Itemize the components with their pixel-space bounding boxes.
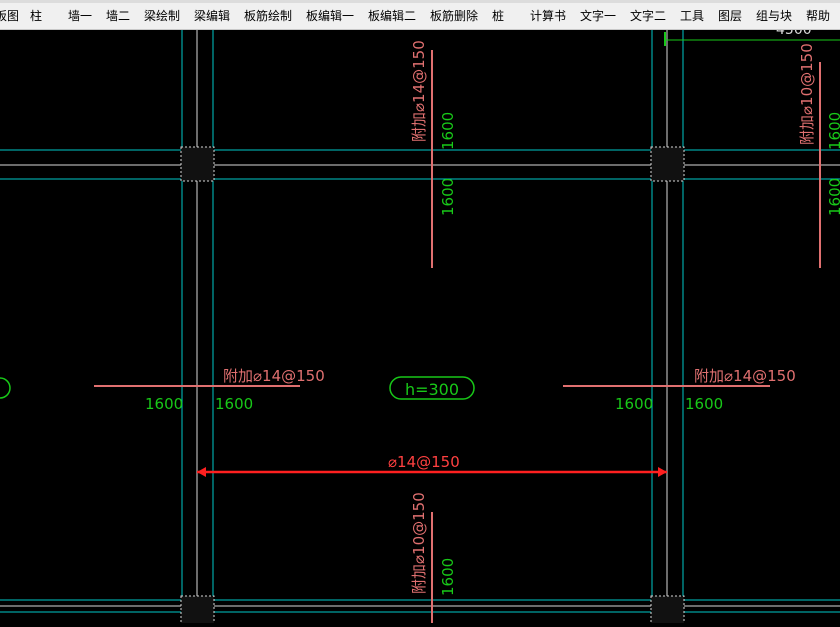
title-strip [0,0,840,3]
thickness-text: h=300 [405,380,459,399]
column-2[interactable] [650,146,685,182]
menu-bar: 板图 柱 墙一 墙二 梁绘制 梁编辑 板筋绘制 板编辑一 板编辑二 板筋删除 桩… [0,0,840,30]
menu-slab-edit-1[interactable]: 板编辑一 [306,9,354,23]
column-1[interactable] [180,146,215,182]
menu-board[interactable]: 板图 [0,9,19,23]
rebar-label: ⌀14@150 [388,453,460,471]
menu-help[interactable]: 帮助 [806,9,830,23]
menu-group-block[interactable]: 组与块 [756,9,792,23]
length-lower: 1600 [826,178,840,216]
menu-tools[interactable]: 工具 [680,9,704,23]
menu-text-1[interactable]: 文字一 [580,9,616,23]
length-upper: 1600 [439,112,457,150]
rebar-label: 附加⌀14@150 [223,367,325,385]
length-upper: 1600 [826,112,840,150]
length-b: 1600 [685,395,723,413]
column-4[interactable] [650,595,685,627]
length-b: 1600 [215,395,253,413]
menu-pile[interactable]: 桩 [492,9,504,23]
length-a: 1600 [145,395,183,413]
menu-text-2[interactable]: 文字二 [630,9,666,23]
cad-drawing[interactable]: 4500 附加⌀14@150 1600 1600 附加⌀10@150 1600 … [0,22,840,627]
menu-wall-1[interactable]: 墙一 [68,9,92,23]
menu-beam-draw[interactable]: 梁绘制 [144,9,180,23]
menu-beam-edit[interactable]: 梁编辑 [194,9,230,23]
length-lower: 1600 [439,178,457,216]
rebar-label: 附加⌀10@150 [798,43,816,145]
menu-calc-book[interactable]: 计算书 [530,9,566,23]
rebar-label: 附加⌀10@150 [410,492,428,594]
length-a: 1600 [615,395,653,413]
rebar-label: 附加⌀14@150 [694,367,796,385]
menu-layers[interactable]: 图层 [718,9,742,23]
drawing-canvas[interactable]: 4500 附加⌀14@150 1600 1600 附加⌀10@150 1600 … [0,22,840,627]
menu-column[interactable]: 柱 [30,9,42,23]
menu-slab-rebar-draw[interactable]: 板筋绘制 [244,9,292,23]
menu-slab-rebar-delete[interactable]: 板筋删除 [430,9,478,23]
dimension-text: 4500 [776,30,812,38]
column-3[interactable] [180,595,215,627]
length: 1600 [439,558,457,596]
rebar-label: 附加⌀14@150 [410,40,428,142]
menu-wall-2[interactable]: 墙二 [106,9,130,23]
menu-slab-edit-2[interactable]: 板编辑二 [368,9,416,23]
